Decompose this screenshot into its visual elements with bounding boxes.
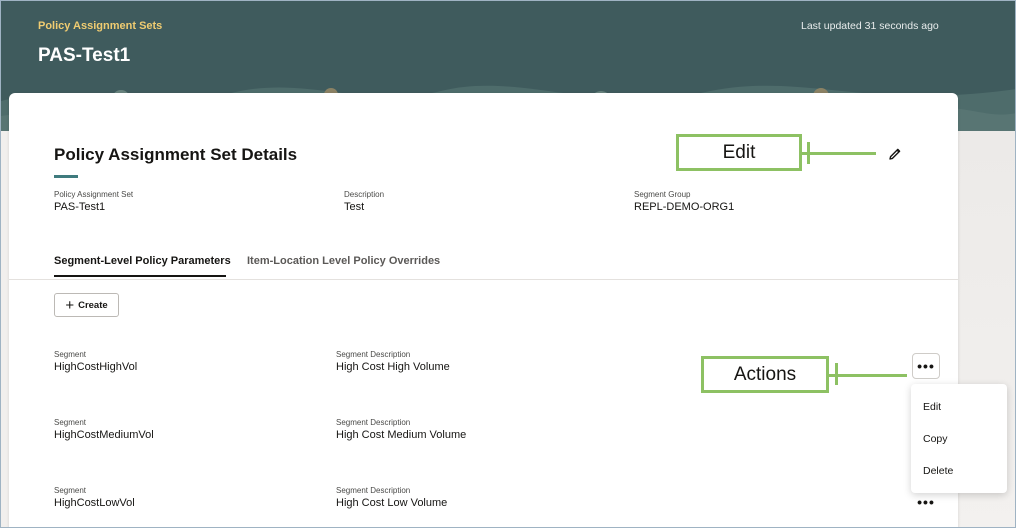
- policy-assignment-set-field: Policy Assignment Set PAS-Test1: [54, 190, 133, 213]
- page-title: PAS-Test1: [38, 45, 131, 66]
- actions-menu-button[interactable]: •••: [912, 492, 940, 512]
- field-label: Segment: [54, 350, 87, 359]
- field-label: Description: [344, 190, 385, 199]
- edit-callout: Edit: [676, 134, 802, 171]
- segment-field: Segment HighCostHighVol: [54, 350, 137, 373]
- field-value: High Cost Low Volume: [336, 497, 448, 509]
- segment-field: Segment HighCostMediumVol: [54, 418, 154, 441]
- segment-field: Segment HighCostLowVol: [54, 486, 135, 509]
- tabs-divider: [9, 279, 958, 280]
- field-value: REPL-DEMO-ORG1: [634, 201, 735, 213]
- field-value: Test: [344, 201, 365, 213]
- field-value: PAS-Test1: [54, 201, 106, 213]
- tab-item-location-level-policy-overrides[interactable]: Item-Location Level Policy Overrides: [247, 255, 440, 267]
- pencil-icon[interactable]: [887, 146, 903, 162]
- segment-description-field: Segment Description High Cost Medium Vol…: [336, 418, 466, 441]
- segment-description-field: Segment Description High Cost Low Volume: [336, 486, 447, 509]
- edit-callout-cap: [807, 142, 810, 164]
- actions-callout-line: [829, 374, 907, 377]
- menu-item-delete[interactable]: Delete: [923, 465, 953, 477]
- field-label: Segment Description: [336, 418, 411, 427]
- details-card: Policy Assignment Set Details Policy Ass…: [9, 93, 958, 527]
- section-title: Policy Assignment Set Details: [54, 145, 298, 164]
- title-underline: [54, 175, 78, 178]
- field-value: High Cost Medium Volume: [336, 429, 467, 441]
- field-label: Segment: [54, 486, 87, 495]
- app-frame: Policy Assignment Sets PAS-Test1 Last up…: [0, 0, 1016, 528]
- field-label: Segment: [54, 418, 87, 427]
- field-label: Segment Description: [336, 350, 411, 359]
- breadcrumb[interactable]: Policy Assignment Sets: [38, 20, 162, 32]
- field-value: HighCostMediumVol: [54, 429, 154, 441]
- segment-description-field: Segment Description High Cost High Volum…: [336, 350, 450, 373]
- last-updated-text: Last updated 31 seconds ago: [801, 20, 939, 32]
- menu-item-edit[interactable]: Edit: [923, 401, 941, 413]
- tab-segment-level-policy-parameters[interactable]: Segment-Level Policy Parameters: [54, 255, 231, 267]
- field-label: Segment Description: [336, 486, 411, 495]
- actions-callout-cap: [835, 363, 838, 385]
- field-label: Policy Assignment Set: [54, 190, 134, 199]
- actions-menu-button[interactable]: •••: [912, 353, 940, 379]
- description-field: Description Test: [344, 190, 384, 213]
- edit-callout-line: [802, 152, 876, 155]
- actions-dropdown-menu: Edit Copy Delete: [911, 384, 1007, 493]
- field-value: High Cost High Volume: [336, 361, 450, 373]
- create-button-label: Create: [78, 299, 108, 311]
- menu-item-copy[interactable]: Copy: [923, 433, 948, 445]
- create-button[interactable]: + Create: [54, 293, 119, 317]
- actions-callout: Actions: [701, 356, 829, 393]
- field-value: HighCostLowVol: [54, 497, 135, 509]
- field-label: Segment Group: [634, 190, 691, 199]
- active-tab-indicator: [54, 275, 226, 277]
- plus-icon: +: [65, 296, 75, 314]
- field-value: HighCostHighVol: [54, 361, 138, 373]
- segment-group-field: Segment Group REPL-DEMO-ORG1: [634, 190, 734, 213]
